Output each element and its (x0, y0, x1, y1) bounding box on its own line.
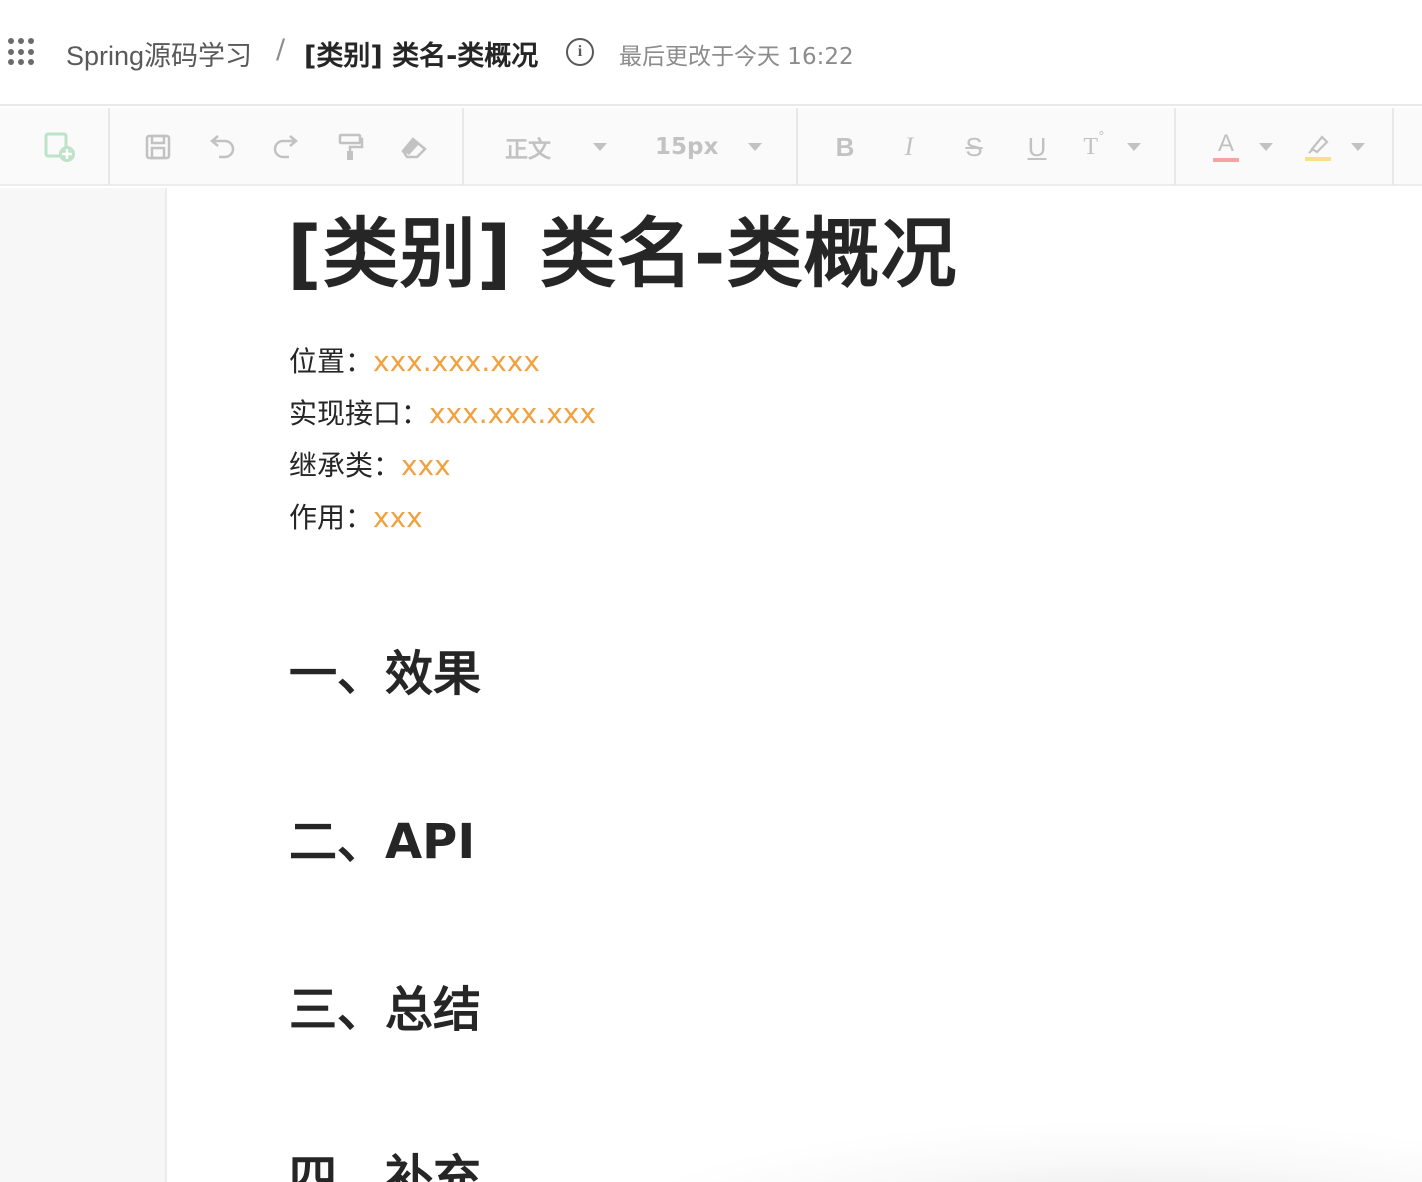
document-canvas[interactable]: [类别] 类名-类概况 位置：xxx.xxx.xxx 实现接口：xxx.xxx.… (169, 188, 1422, 1182)
apps-grid-icon[interactable] (8, 38, 36, 66)
meta-interfaces[interactable]: 实现接口：xxx.xxx.xxx (289, 392, 596, 432)
editor-toolbar: 正文 15px B I S U T ° A (0, 108, 1422, 186)
strikethrough-icon[interactable]: S (958, 128, 990, 166)
section-heading[interactable]: 一、效果 (289, 634, 481, 704)
meta-value: xxx.xxx.xxx (373, 345, 540, 378)
font-color-icon[interactable]: A (1208, 128, 1278, 166)
chevron-down-icon (593, 143, 607, 151)
italic-icon[interactable]: I (894, 128, 924, 166)
last-modified-text: 最后更改于今天 16:22 (619, 44, 854, 70)
chevron-down-icon (1351, 143, 1365, 151)
redo-icon[interactable] (270, 128, 302, 166)
meta-label: 作用： (289, 501, 374, 534)
save-icon[interactable] (142, 128, 174, 166)
breadcrumb-root[interactable]: Spring源码学习 (66, 34, 252, 73)
font-size-select[interactable]: 15px (655, 128, 763, 166)
meta-value: xxx.xxx.xxx (429, 397, 596, 430)
meta-label: 继承类： (289, 449, 402, 482)
left-pane (0, 188, 167, 1182)
meta-value: xxx (401, 449, 451, 482)
bold-icon[interactable]: B (830, 128, 860, 166)
highlight-icon[interactable] (1300, 128, 1370, 166)
section-heading[interactable]: 三、总结 (289, 970, 481, 1040)
meta-label: 实现接口： (289, 397, 430, 430)
document-title[interactable]: [类别] 类名-类概况 (287, 192, 957, 302)
section-heading[interactable]: 二、API (289, 802, 475, 872)
undo-icon[interactable] (206, 128, 238, 166)
breadcrumb-separator: / (276, 34, 286, 65)
meta-superclass[interactable]: 继承类：xxx (289, 444, 451, 484)
meta-value: xxx (373, 501, 423, 534)
superscript-icon[interactable]: T ° (1080, 128, 1144, 166)
scroll-shadow (589, 1118, 1422, 1182)
underline-icon[interactable]: U (1022, 128, 1052, 166)
meta-location[interactable]: 位置：xxx.xxx.xxx (289, 340, 540, 380)
meta-label: 位置： (289, 345, 374, 378)
format-painter-icon[interactable] (334, 128, 366, 166)
chevron-down-icon (1259, 143, 1273, 151)
paragraph-style-select[interactable]: 正文 (505, 128, 607, 166)
chevron-down-icon (1126, 143, 1141, 151)
eraser-icon[interactable] (398, 128, 430, 166)
breadcrumb-current[interactable]: [类别] 类名-类概况 (304, 34, 538, 73)
font-size-label: 15px (655, 134, 719, 160)
info-icon[interactable]: i (566, 38, 594, 66)
meta-purpose[interactable]: 作用：xxx (289, 496, 423, 536)
section-heading[interactable]: 四、补充 (289, 1138, 481, 1182)
paragraph-style-label: 正文 (505, 137, 551, 163)
new-doc-icon[interactable] (42, 128, 78, 166)
chevron-down-icon (748, 143, 763, 151)
top-bar: Spring源码学习 / [类别] 类名-类概况 i 最后更改于今天 16:22 (0, 0, 1422, 106)
